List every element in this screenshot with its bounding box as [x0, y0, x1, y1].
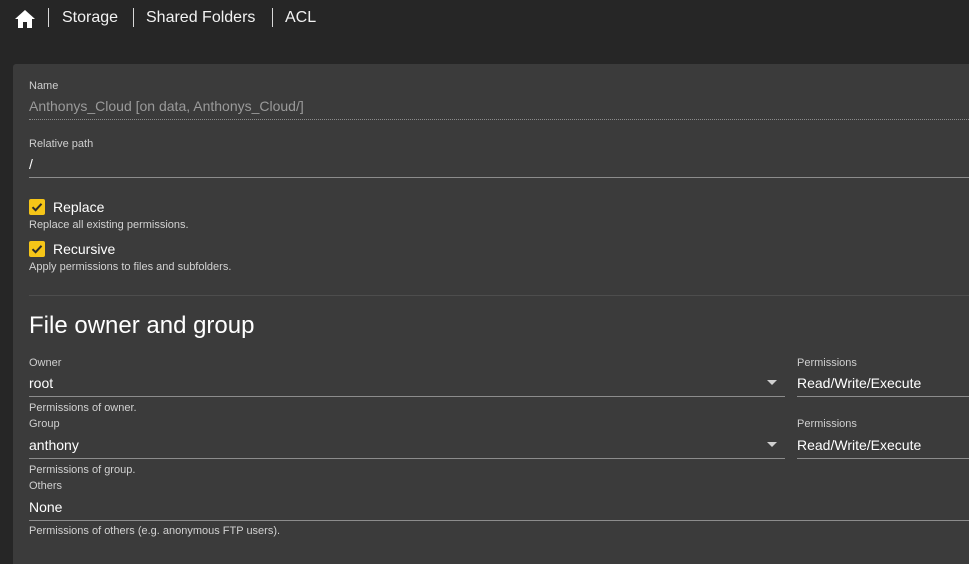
owner-permissions-label: Permissions: [797, 357, 857, 369]
group-permissions-label: Permissions: [797, 418, 857, 430]
breadcrumb-separator: [48, 8, 49, 27]
replace-hint: Replace all existing permissions.: [29, 219, 189, 231]
section-title: File owner and group: [29, 312, 255, 339]
group-label: Group: [29, 418, 60, 430]
checkmark-icon: [31, 203, 43, 212]
relative-path-field[interactable]: Relative path /: [13, 134, 969, 179]
chevron-down-icon[interactable]: [767, 442, 777, 447]
owner-hint: Permissions of owner.: [29, 402, 137, 414]
owner-underline: [29, 396, 785, 397]
owner-permissions-select[interactable]: Permissions Read/Write/Execute: [797, 356, 969, 398]
group-underline: [29, 458, 785, 459]
recursive-hint: Apply permissions to files and subfolder…: [29, 261, 232, 273]
replace-checkbox[interactable]: [29, 199, 45, 215]
group-value[interactable]: anthony: [29, 436, 79, 454]
group-permissions-select[interactable]: Permissions Read/Write/Execute: [797, 417, 969, 459]
relative-path-input[interactable]: /: [29, 155, 33, 173]
breadcrumb: Storage Shared Folders ACL: [0, 0, 969, 36]
breadcrumb-separator: [272, 8, 273, 27]
group-permissions-value[interactable]: Read/Write/Execute: [797, 436, 921, 454]
relative-path-underline: [29, 177, 969, 178]
breadcrumb-acl[interactable]: ACL: [285, 8, 316, 28]
breadcrumb-separator: [133, 8, 134, 27]
group-hint: Permissions of group.: [29, 464, 136, 476]
name-label: Name: [29, 80, 59, 92]
others-hint: Permissions of others (e.g. anonymous FT…: [29, 525, 281, 537]
chevron-down-icon[interactable]: [767, 380, 777, 385]
relative-path-label: Relative path: [29, 138, 94, 150]
others-underline: [29, 520, 969, 521]
owner-permissions-value[interactable]: Read/Write/Execute: [797, 374, 921, 392]
section-divider: [29, 295, 969, 296]
group-permissions-underline: [797, 458, 969, 459]
breadcrumb-shared-folders[interactable]: Shared Folders: [146, 8, 255, 28]
name-value: Anthonys_Cloud [on data, Anthonys_Cloud/…: [29, 98, 304, 114]
others-select[interactable]: Others None: [29, 479, 969, 521]
recursive-checkbox[interactable]: [29, 241, 45, 257]
replace-label[interactable]: Replace: [53, 198, 104, 216]
breadcrumb-storage[interactable]: Storage: [62, 8, 118, 28]
owner-select[interactable]: Owner root: [29, 356, 785, 398]
owner-value[interactable]: root: [29, 374, 53, 392]
others-value[interactable]: None: [29, 498, 62, 516]
checkmark-icon: [31, 245, 43, 254]
home-icon[interactable]: [14, 9, 36, 29]
group-select[interactable]: Group anthony: [29, 417, 785, 459]
recursive-label[interactable]: Recursive: [53, 240, 115, 258]
owner-label: Owner: [29, 357, 62, 369]
name-field: Name Anthonys_Cloud [on data, Anthonys_C…: [13, 64, 969, 121]
others-label: Others: [29, 480, 63, 492]
acl-form-panel: Name Anthonys_Cloud [on data, Anthonys_C…: [13, 64, 969, 564]
name-underline: [29, 119, 969, 120]
owner-permissions-underline: [797, 396, 969, 397]
